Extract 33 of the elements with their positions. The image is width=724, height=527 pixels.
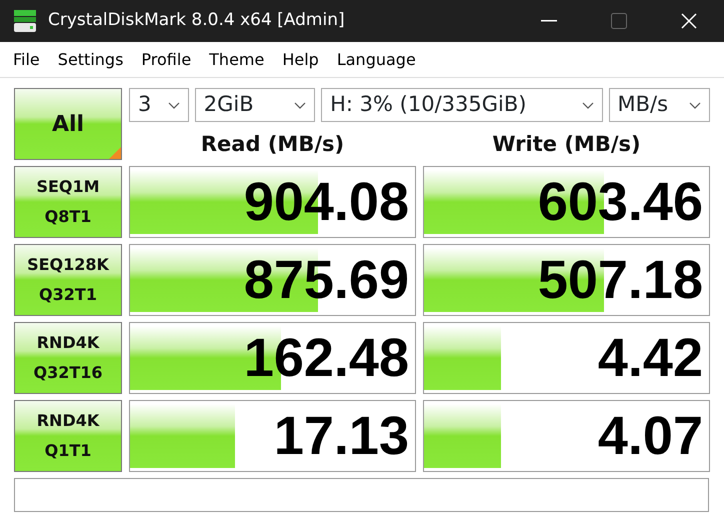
caret-icon	[294, 102, 306, 108]
menu-item[interactable]: Language	[328, 48, 425, 72]
column-header: Read (MB/s)	[200, 131, 346, 158]
caret-icon	[168, 102, 180, 108]
dropdown[interactable]: MB/s	[608, 88, 710, 122]
test-button[interactable]: SEQ1M Q8T1	[14, 166, 122, 238]
test-button[interactable]: SEQ128K Q32T1	[14, 244, 122, 316]
dropdown[interactable]: 3	[129, 88, 189, 122]
window-title: CrystalDiskMark 8.0.4 x64 [Admin]	[48, 9, 346, 32]
menu-item[interactable]: Settings	[48, 48, 132, 72]
menu-item[interactable]: Help	[273, 48, 328, 72]
corner-mark-icon	[109, 147, 121, 159]
result-value: 875.69	[244, 248, 409, 312]
result-value: 904.08	[244, 170, 409, 234]
caret-icon	[689, 102, 701, 108]
result-value: 507.18	[538, 248, 703, 312]
app-icon	[12, 9, 38, 33]
all-button[interactable]: All	[14, 88, 122, 160]
result-value: 17.13	[274, 404, 409, 468]
menu-item[interactable]: Theme	[200, 48, 274, 72]
column-header: Write (MB/s)	[491, 131, 642, 158]
comment-field[interactable]	[14, 478, 709, 512]
dropdown[interactable]: H: 3% (10/335GiB)	[321, 88, 603, 122]
result-value: 4.42	[598, 326, 703, 390]
test-button[interactable]: RND4K Q32T16	[14, 322, 122, 394]
result-value: 162.48	[244, 326, 409, 390]
menu-item[interactable]: Profile	[132, 48, 200, 72]
test-button[interactable]: RND4K Q1T1	[14, 400, 122, 472]
caret-icon	[582, 102, 594, 108]
menu-item[interactable]: File	[4, 48, 49, 72]
dropdown[interactable]: 2GiB	[194, 88, 316, 122]
result-value: 603.46	[538, 170, 703, 234]
result-value: 4.07	[598, 404, 703, 468]
